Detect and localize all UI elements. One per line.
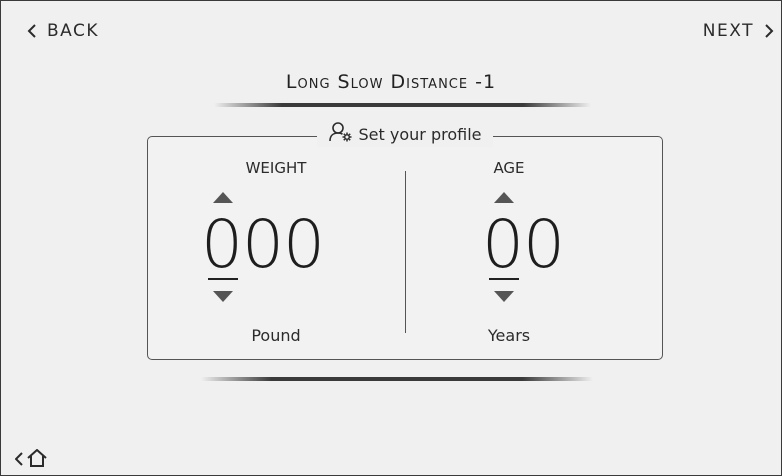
back-button[interactable]: BACK [27,21,99,41]
weight-unit: Pound [251,326,301,345]
back-label: BACK [47,21,100,41]
chevron-left-icon [14,451,23,470]
weight-decrease-button[interactable] [213,291,233,302]
age-value[interactable]: 00 [482,205,565,285]
age-column: AGE 00 Years [409,137,609,359]
next-label: NEXT [702,21,754,41]
age-decrease-button[interactable] [494,291,514,302]
home-icon [27,448,47,471]
chevron-left-icon [27,23,37,39]
weight-column: WEIGHT 000 Pound [176,137,376,359]
screen: BACK NEXT Long Slow Distance -1 Set your… [0,0,782,476]
weight-increase-button[interactable] [213,192,233,203]
profile-panel: Set your profile WEIGHT 000 Pound AGE 00… [147,121,663,360]
column-divider [405,171,406,333]
age-label: AGE [493,159,525,177]
workout-title: Long Slow Distance -1 [285,71,497,93]
weight-label: WEIGHT [245,159,307,177]
age-increase-button[interactable] [494,192,514,203]
title-divider [214,103,591,107]
panel-divider [201,377,593,381]
weight-value[interactable]: 000 [201,205,325,285]
age-digit-cursor [489,278,519,280]
weight-digit-cursor [208,278,238,280]
age-unit: Years [487,326,531,345]
next-button[interactable]: NEXT [703,21,774,41]
chevron-right-icon [764,23,774,39]
home-button[interactable] [14,448,47,471]
